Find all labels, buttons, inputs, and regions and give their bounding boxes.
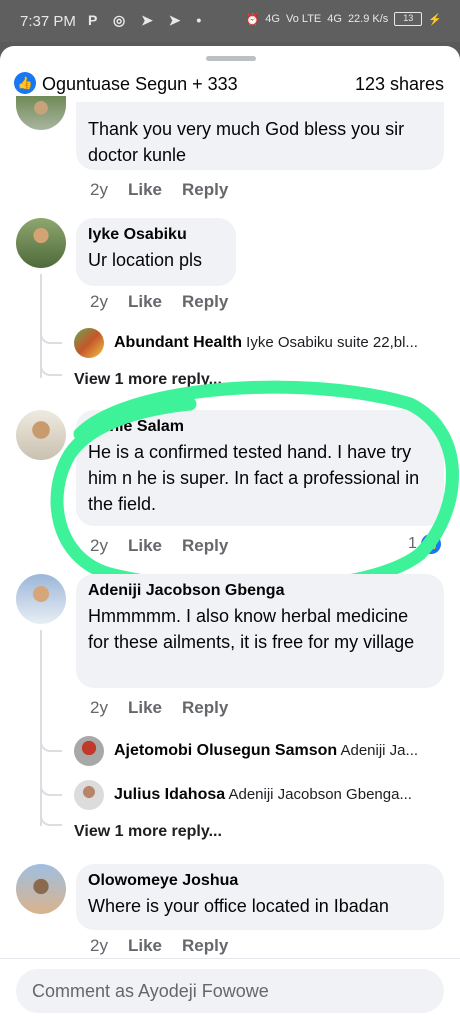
comment-composer-bar xyxy=(0,958,460,1024)
comment-text: Where is your office located in Ibadan xyxy=(88,896,389,916)
comment-text: Hmmmmm. I also know herbal medicine for … xyxy=(88,606,415,652)
comment-author[interactable]: Adeniji Jacobson Gbenga xyxy=(88,582,432,600)
reactions-header: 👍 Oguntuase Segun + 333 123 shares xyxy=(0,68,460,102)
avatar[interactable] xyxy=(16,574,66,624)
like-button[interactable]: Like xyxy=(128,936,162,956)
reply-preview[interactable]: Ajetomobi Olusegun Samson Adeniji Ja... xyxy=(114,742,418,760)
like-button[interactable]: Like xyxy=(128,536,162,556)
comment-actions: 2y Like Reply xyxy=(90,936,228,956)
like-reaction-icon: 👍 xyxy=(420,534,441,554)
comment-time: 2y xyxy=(90,536,108,555)
comment-actions: 2y Like Reply xyxy=(90,292,228,312)
comment-text: Thank you very much God bless you sir do… xyxy=(88,119,405,165)
status-time: 7:37 PM xyxy=(20,13,76,30)
reply-button[interactable]: Reply xyxy=(182,536,228,556)
view-more-replies[interactable]: View 1 more reply... xyxy=(74,371,222,389)
like-button[interactable]: Like xyxy=(128,292,162,312)
comment-time: 2y xyxy=(90,936,108,955)
reply-button[interactable]: Reply xyxy=(182,698,228,718)
signal-4g-icon: 4G xyxy=(265,13,280,25)
comment-bubble[interactable]: Thank you very much God bless you sir do… xyxy=(76,102,444,170)
notification-icons: P ◎ ➤ ➤ • xyxy=(88,12,208,28)
reply-preview[interactable]: Julius Idahosa Adeniji Jacobson Gbenga..… xyxy=(114,786,412,804)
avatar[interactable] xyxy=(16,218,66,268)
comment-time: 2y xyxy=(90,292,108,311)
comment-text: Ur location pls xyxy=(88,250,203,270)
reply-author: Ajetomobi Olusegun Samson xyxy=(114,742,338,759)
avatar[interactable] xyxy=(16,864,66,914)
avatar[interactable] xyxy=(74,736,104,766)
comment-actions: 2y Like Reply xyxy=(90,698,228,718)
comment-actions: 2y Like Reply xyxy=(90,180,228,200)
comment-author[interactable]: Kunle Salam xyxy=(88,418,432,436)
comment-input[interactable] xyxy=(16,969,444,1013)
status-bar: 7:37 PM P ◎ ➤ ➤ • ⏰ 4G Vo LTE 4G 22.9 K/… xyxy=(0,0,460,42)
reaction-count[interactable]: 1 👍 xyxy=(408,534,441,554)
comment-time: 2y xyxy=(90,698,108,717)
reply-button[interactable]: Reply xyxy=(182,936,228,956)
thread-connector xyxy=(40,362,62,376)
thread-connector xyxy=(40,782,62,796)
alarm-icon: ⏰ xyxy=(245,13,260,26)
volte-icon: Vo LTE xyxy=(285,13,322,25)
comment-bubble[interactable]: Adeniji Jacobson Gbenga Hmmmmm. I also k… xyxy=(76,574,444,688)
like-reaction-icon: 👍 xyxy=(14,72,36,94)
system-icons: ⏰ 4G Vo LTE 4G 22.9 K/s 13 ⚡ xyxy=(246,12,442,26)
avatar[interactable] xyxy=(16,96,66,130)
comment-text: He is a confirmed tested hand. I have tr… xyxy=(88,442,420,514)
thread-line xyxy=(40,630,42,826)
reaction-number: 1 xyxy=(408,535,417,552)
comment-author[interactable]: Olowomeye Joshua xyxy=(88,872,432,890)
battery-icon: 13 xyxy=(394,12,423,26)
thread-connector xyxy=(40,330,62,344)
reactors-summary[interactable]: Oguntuase Segun + 333 xyxy=(42,74,238,95)
avatar[interactable] xyxy=(74,328,104,358)
comment-actions: 2y Like Reply xyxy=(90,536,228,556)
comments-sheet: 👍 Oguntuase Segun + 333 123 shares Thank… xyxy=(0,46,460,1024)
reply-preview[interactable]: Abundant Health Iyke Osabiku suite 22,bl… xyxy=(114,334,418,352)
like-button[interactable]: Like xyxy=(128,698,162,718)
view-more-replies[interactable]: View 1 more reply... xyxy=(74,823,222,841)
reply-author: Julius Idahosa xyxy=(114,786,226,803)
reply-text: Iyke Osabiku suite 22,bl... xyxy=(246,334,418,351)
reply-button[interactable]: Reply xyxy=(182,292,228,312)
comment-bubble[interactable]: Iyke Osabiku Ur location pls xyxy=(76,218,236,286)
drag-handle[interactable] xyxy=(206,56,256,61)
comment-bubble[interactable]: Olowomeye Joshua Where is your office lo… xyxy=(76,864,444,930)
thread-connector xyxy=(40,812,62,826)
reply-text: Adeniji Ja... xyxy=(340,742,419,759)
avatar[interactable] xyxy=(16,410,66,460)
charging-icon: ⚡ xyxy=(428,13,442,26)
comment-bubble[interactable]: Kunle Salam He is a confirmed tested han… xyxy=(76,410,444,526)
thread-connector xyxy=(40,738,62,752)
like-button[interactable]: Like xyxy=(128,180,162,200)
signal-4g-icon-2: 4G xyxy=(327,13,342,25)
reply-text: Adeniji Jacobson Gbenga... xyxy=(228,786,412,803)
comment-author[interactable]: Iyke Osabiku xyxy=(88,226,224,244)
reply-author: Abundant Health xyxy=(114,334,242,351)
comment-time: 2y xyxy=(90,180,108,199)
shares-count[interactable]: 123 shares xyxy=(355,74,444,95)
avatar[interactable] xyxy=(74,780,104,810)
network-speed: 22.9 K/s xyxy=(347,13,389,25)
reply-button[interactable]: Reply xyxy=(182,180,228,200)
